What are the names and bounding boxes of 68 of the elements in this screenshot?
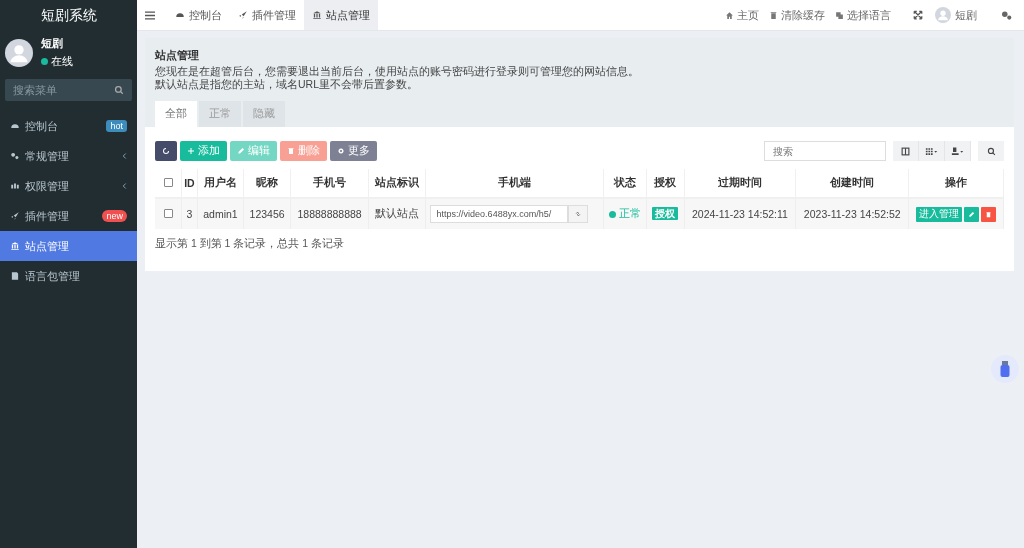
auth-label: 授权 bbox=[652, 207, 679, 220]
status-text: 正常 bbox=[618, 207, 641, 221]
search-icon[interactable] bbox=[114, 85, 124, 95]
delete-icon bbox=[287, 147, 295, 155]
table-cell: 默认站点 bbox=[368, 198, 426, 229]
sidebar-item[interactable]: 权限管理 bbox=[0, 171, 137, 201]
header-link[interactable]: 选择语言 bbox=[835, 7, 891, 23]
menu-badge: hot bbox=[106, 120, 127, 132]
tab-icon bbox=[312, 10, 322, 20]
tab-icon bbox=[175, 10, 185, 20]
card-view-icon bbox=[901, 146, 910, 156]
refresh-icon bbox=[162, 147, 170, 155]
nav-tab[interactable]: 站点管理 bbox=[304, 0, 378, 30]
menu-item-icon bbox=[10, 151, 20, 161]
menu-item-icon bbox=[10, 121, 20, 131]
more-icon bbox=[337, 147, 345, 155]
menu-item-icon bbox=[10, 211, 20, 221]
avatar-icon bbox=[5, 38, 33, 67]
export-caret-icon bbox=[951, 146, 964, 156]
sidebar-item[interactable]: 控制台 hot bbox=[0, 111, 137, 141]
table-cell: 2023-11-23 14:52:52 bbox=[795, 198, 909, 229]
sidebar-item[interactable]: 站点管理 bbox=[0, 231, 137, 261]
toggle-view-button[interactable] bbox=[893, 141, 919, 161]
status-dot-icon bbox=[608, 210, 616, 218]
row-checkbox[interactable] bbox=[163, 209, 173, 218]
url-field[interactable]: https://video.6488yx.com/h5/ bbox=[429, 205, 568, 223]
panel-title: 站点管理 bbox=[155, 48, 200, 63]
chevron-left-icon bbox=[122, 183, 127, 189]
online-dot-icon bbox=[41, 58, 48, 65]
table-search-field[interactable]: 搜索 bbox=[764, 141, 886, 161]
add-icon bbox=[187, 147, 195, 155]
delete-button[interactable] bbox=[981, 206, 997, 222]
sidebar-item[interactable]: 常规管理 bbox=[0, 141, 137, 171]
usb-drive-icon[interactable] bbox=[990, 354, 1020, 384]
search-button[interactable] bbox=[978, 141, 1004, 161]
trash-icon bbox=[985, 210, 993, 218]
refresh-button[interactable] bbox=[155, 141, 177, 161]
chevron-left-icon bbox=[122, 153, 127, 159]
more-button[interactable]: 更多 bbox=[330, 141, 377, 161]
user-name: 短剧 bbox=[41, 36, 64, 51]
edit-icon bbox=[237, 147, 245, 155]
sidebar-item[interactable]: 语言包管理 bbox=[0, 261, 137, 291]
header-link[interactable]: 主页 bbox=[725, 7, 759, 23]
pencil-icon bbox=[968, 210, 976, 218]
settings-icon[interactable] bbox=[1001, 9, 1012, 21]
sidebar-item[interactable]: 插件管理 new bbox=[0, 201, 137, 231]
grid-caret-icon bbox=[925, 146, 938, 156]
menu-badge: new bbox=[102, 210, 127, 222]
nav-tab[interactable]: 插件管理 bbox=[230, 0, 304, 30]
menu-item-icon bbox=[10, 241, 20, 251]
fullscreen-icon[interactable] bbox=[913, 10, 923, 20]
pagination-info: 显示第 1 到第 1 条记录，总共 1 条记录 bbox=[155, 237, 346, 251]
table-cell: 18888888888 bbox=[290, 198, 369, 229]
header-link[interactable]: 清除缓存 bbox=[769, 7, 825, 23]
user-status: 在线 bbox=[51, 54, 73, 69]
nav-tab[interactable]: 控制台 bbox=[167, 0, 230, 30]
search-icon bbox=[986, 146, 996, 156]
select-all-checkbox[interactable] bbox=[163, 178, 173, 187]
info-text: 您现在是在超管后台，您需要退出当前后台，使用站点的账号密码进行登录则可管理您的网站信息。 bbox=[155, 65, 640, 78]
table-cell: 2024-11-23 14:52:11 bbox=[684, 198, 796, 229]
info-text: 默认站点是指您的主站，域名URL里不会带后置参数。 bbox=[155, 78, 419, 91]
menu-search-field[interactable]: 搜索菜单 bbox=[5, 79, 132, 101]
header-user-name[interactable]: 短剧 bbox=[955, 7, 977, 23]
menu-item-icon bbox=[10, 271, 20, 281]
menu-item-icon bbox=[10, 181, 20, 191]
menu-icon[interactable] bbox=[145, 10, 155, 20]
tab-icon bbox=[238, 10, 248, 20]
filter-tab[interactable]: 全部 bbox=[155, 101, 197, 127]
